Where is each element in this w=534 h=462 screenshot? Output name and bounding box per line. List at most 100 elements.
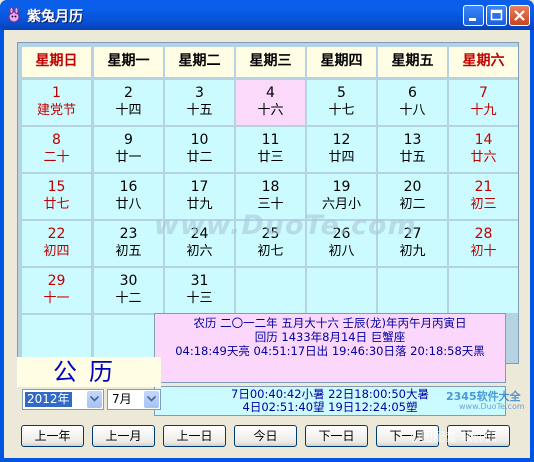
window-title: 紫兔月历 [27,9,83,25]
next-day-button[interactable]: 下一日 [305,425,368,447]
day-number: 20 [403,179,422,195]
day-cell[interactable]: 14 廿六 [449,127,518,172]
lunar-day: 初十 [470,244,497,259]
empty-day-cell [22,315,91,360]
day-number: 16 [119,179,138,195]
day-cell[interactable]: 16 廿八 [94,174,163,219]
day-cell[interactable]: 29 十一 [22,268,91,313]
lunar-day: 三十 [257,197,284,212]
lunar-day: 十八 [399,103,426,118]
day-cell[interactable]: 20 初二 [378,174,447,219]
prev-year-button[interactable]: 上一年 [21,425,84,447]
lunar-day: 廿六 [470,150,497,165]
day-number: 11 [261,132,280,148]
close-button[interactable] [509,5,530,26]
year-select-value: 2012年 [25,392,72,407]
year-dropdown-arrow[interactable] [87,391,102,408]
day-cell[interactable]: 31 十三 [165,268,234,313]
minimize-button[interactable] [463,5,484,26]
day-number: 15 [47,179,66,195]
lunar-day: 建党节 [36,103,76,118]
day-number: 27 [403,226,422,242]
day-number: 31 [190,273,209,289]
day-number: 1 [52,85,61,101]
lunar-day: 廿八 [115,197,142,212]
day-cell[interactable]: 10 廿二 [165,127,234,172]
day-cell[interactable]: 9 廿一 [94,127,163,172]
next-month-button[interactable]: 下一月 [376,425,439,447]
weekday-header: 星期二 [165,47,234,77]
maximize-icon [490,9,503,21]
prev-month-button[interactable]: 上一月 [92,425,155,447]
lunar-day: 二十 [43,150,70,165]
lunar-day: 十三 [186,291,213,306]
app-window: 紫兔月历 星期日 星期一 星期二 星期三 星期四 星期五 星期六 1 建党节 2 十四 3 十五 4 十六 5… [0,0,534,462]
lunar-date-text: 农历 二〇一二年 五月大十六 壬辰(龙)年丙午月丙寅日 [193,316,467,330]
day-cell[interactable]: 5 十七 [307,80,376,125]
weekday-header: 星期三 [236,47,305,77]
day-cell[interactable]: 27 初九 [378,221,447,266]
lunar-day: 廿一 [115,150,142,165]
day-number: 24 [190,226,209,242]
day-number: 29 [47,273,66,289]
day-cell[interactable]: 22 初四 [22,221,91,266]
day-cell[interactable]: 4 十六 [236,80,305,125]
day-cell[interactable]: 26 初八 [307,221,376,266]
day-cell[interactable]: 25 初七 [236,221,305,266]
lunar-day: 廿七 [43,197,70,212]
day-number: 14 [474,132,493,148]
day-number: 19 [332,179,351,195]
prev-day-button[interactable]: 上一日 [163,425,226,447]
day-cell[interactable]: 8 二十 [22,127,91,172]
lunar-day: 廿四 [328,150,355,165]
solar-term-panel: 7日00:40:42小暑 22日18:00:50大暑 4日02:51:40望 1… [154,386,506,416]
close-icon [514,10,525,21]
day-number: 23 [119,226,138,242]
weekday-header: 星期一 [94,47,163,77]
lunar-day: 十九 [470,103,497,118]
next-year-button[interactable]: 下一年 [447,425,510,447]
day-cell[interactable]: 28 初十 [449,221,518,266]
lunar-day: 十七 [328,103,355,118]
day-number: 10 [190,132,209,148]
day-number: 5 [337,85,346,101]
lunar-day: 初八 [328,244,355,259]
sun-times-text: 04:18:49天亮 04:51:17日出 19:46:30日落 20:18:5… [175,344,485,358]
month-dropdown-arrow[interactable] [144,391,159,408]
day-cell[interactable]: 30 十二 [94,268,163,313]
day-cell[interactable]: 18 三十 [236,174,305,219]
day-cell[interactable]: 13 廿五 [378,127,447,172]
day-number: 30 [119,273,138,289]
day-number: 25 [261,226,280,242]
today-button[interactable]: 今日 [234,425,297,447]
day-cell[interactable]: 3 十五 [165,80,234,125]
day-number: 21 [474,179,493,195]
lunar-info-panel: 农历 二〇一二年 五月大十六 壬辰(龙)年丙午月丙寅日 回历 1433年8月14… [154,313,506,383]
day-cell[interactable]: 1 建党节 [22,80,91,125]
lunar-day: 初四 [43,244,70,259]
day-number: 26 [332,226,351,242]
day-cell[interactable]: 23 初五 [94,221,163,266]
day-cell[interactable]: 11 廿三 [236,127,305,172]
day-cell[interactable]: 15 廿七 [22,174,91,219]
empty-day-cell [236,268,305,313]
year-select[interactable]: 2012年 [22,389,104,410]
day-cell[interactable]: 12 廿四 [307,127,376,172]
day-cell[interactable]: 24 初六 [165,221,234,266]
day-number: 8 [52,132,61,148]
day-cell[interactable]: 19 六月小 [307,174,376,219]
rabbit-app-icon [8,7,20,23]
maximize-button[interactable] [486,5,507,26]
day-cell[interactable]: 17 廿九 [165,174,234,219]
weekday-header: 星期六 [449,47,518,77]
minimize-icon [469,18,476,21]
lunar-day: 廿二 [186,150,213,165]
calendar-mode-label[interactable]: 公历 [17,357,161,387]
day-cell[interactable]: 7 十九 [449,80,518,125]
day-cell[interactable]: 2 十四 [94,80,163,125]
title-bar[interactable]: 紫兔月历 [0,0,534,30]
day-cell[interactable]: 21 初三 [449,174,518,219]
month-select[interactable]: 7月 [107,389,161,410]
day-number: 7 [479,85,488,101]
day-cell[interactable]: 6 十八 [378,80,447,125]
